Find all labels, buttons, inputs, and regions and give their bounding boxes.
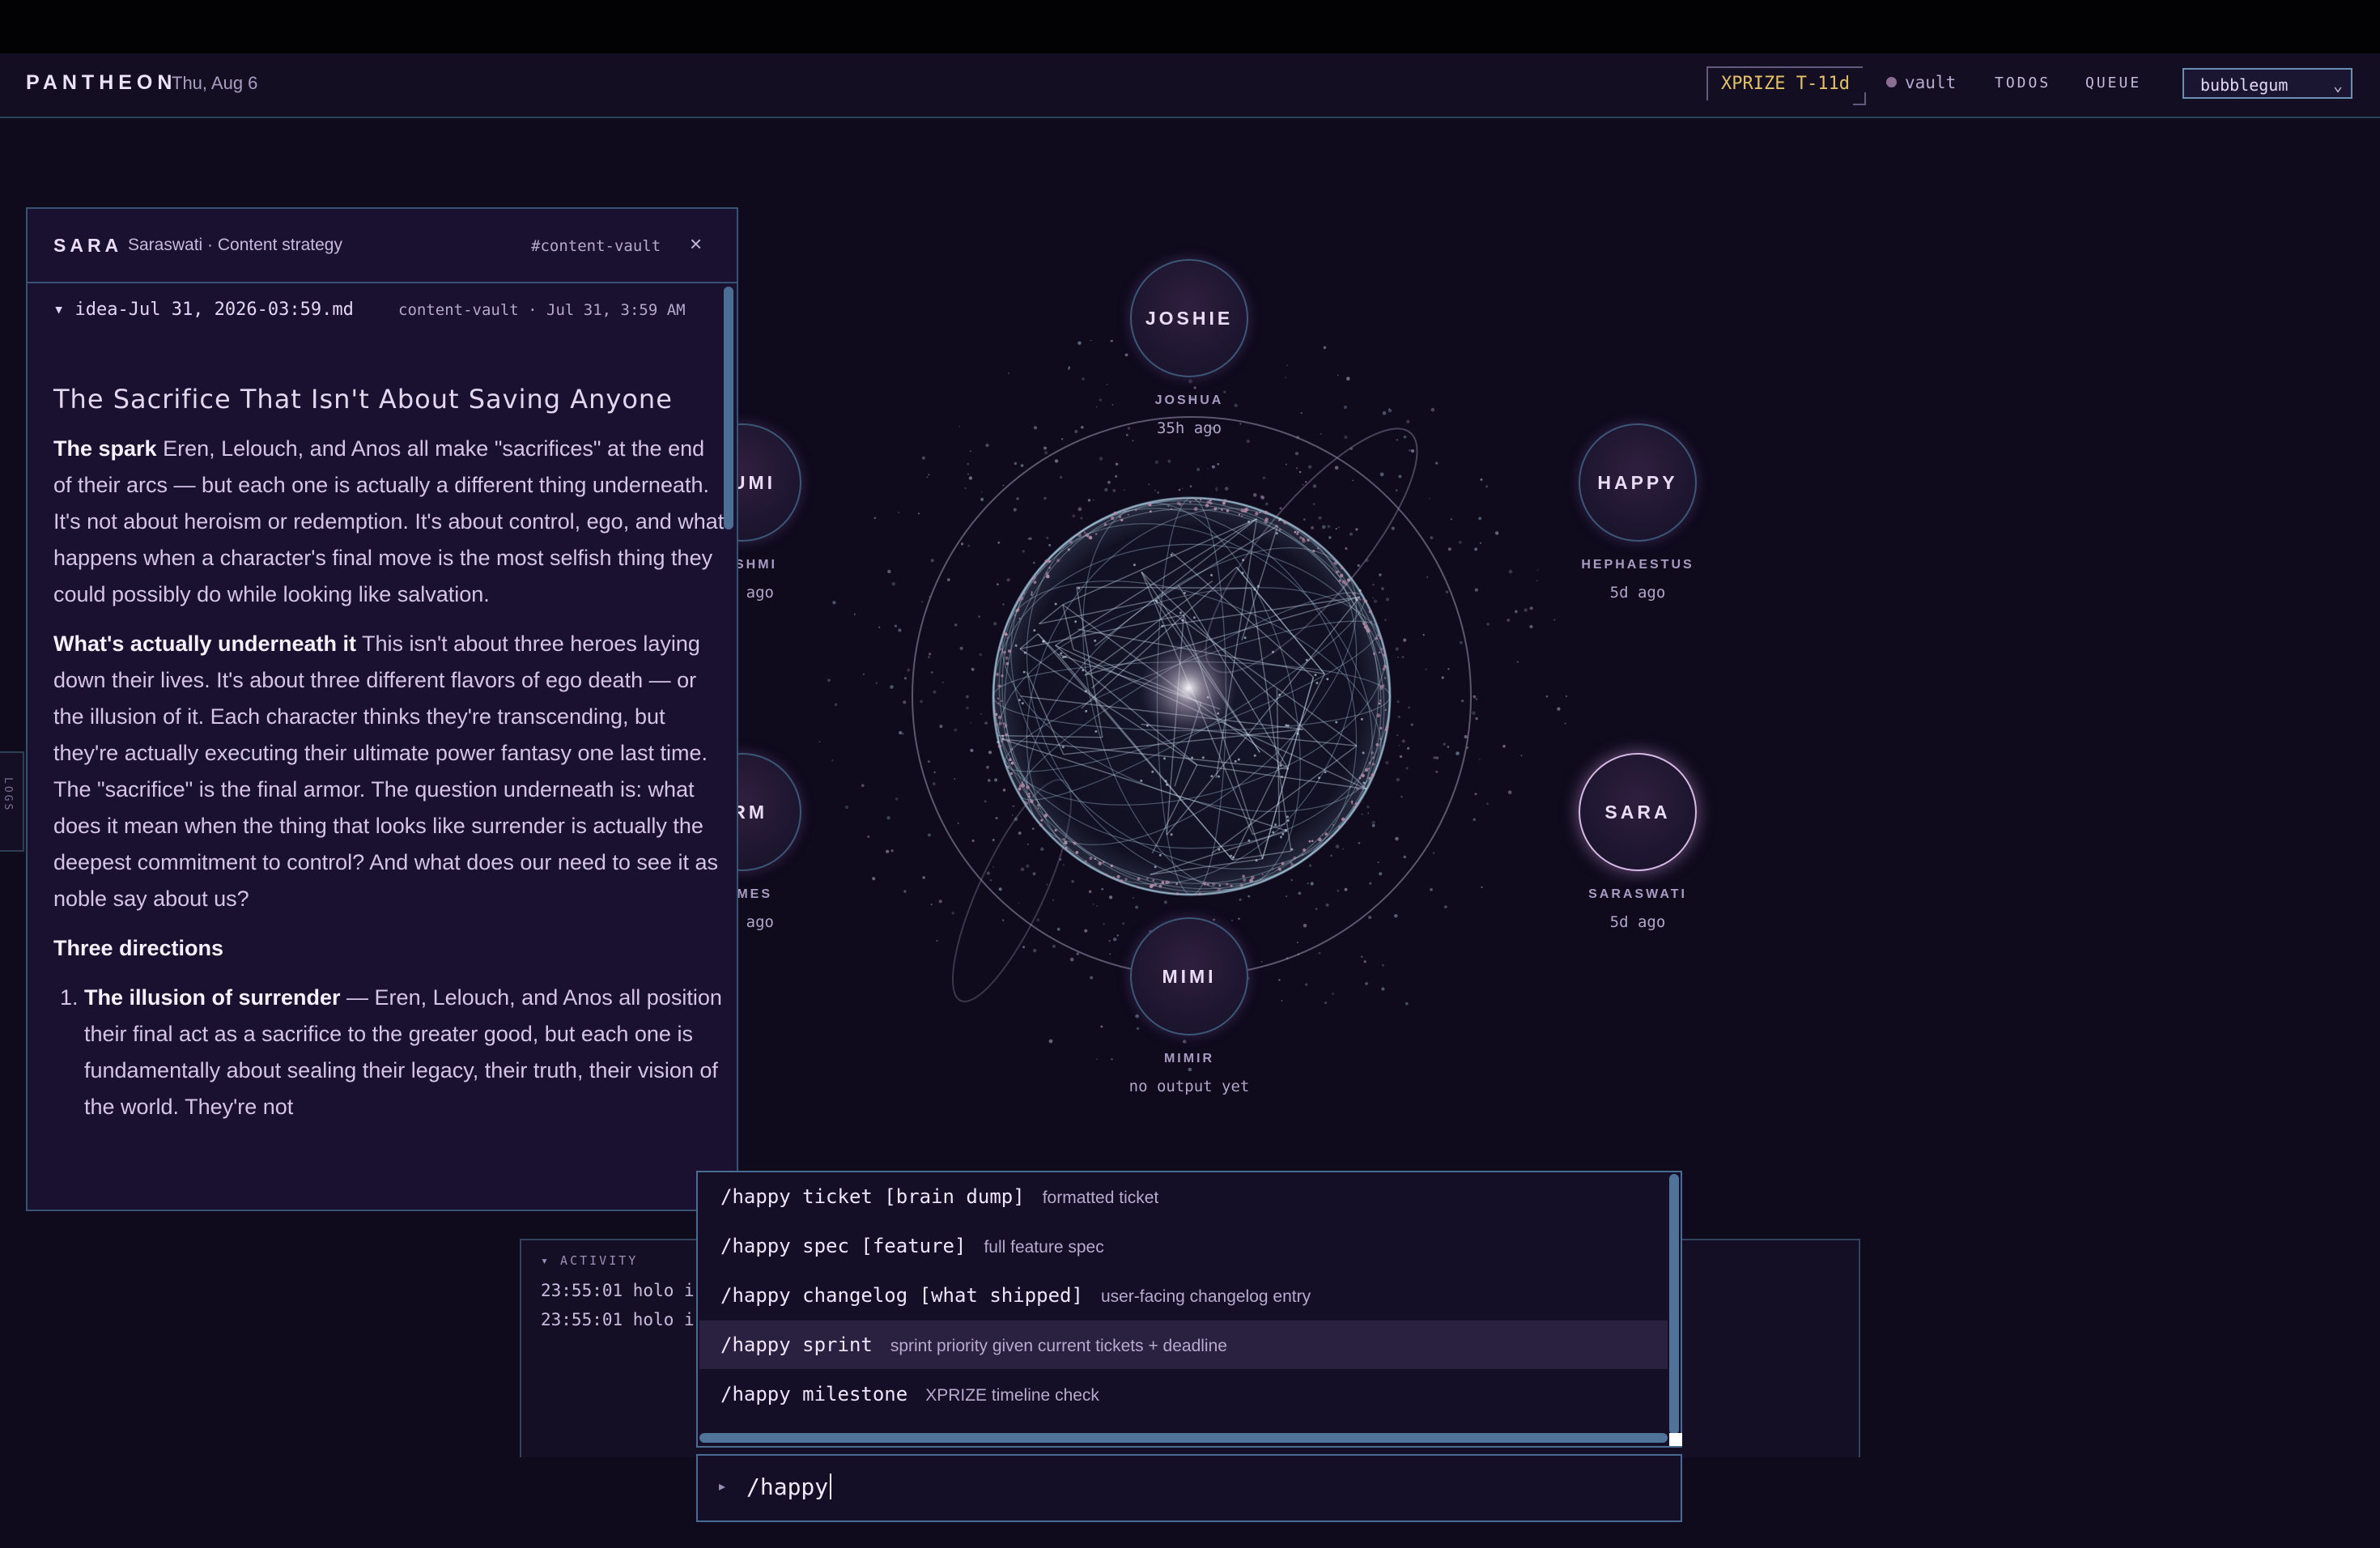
close-icon[interactable]: × bbox=[690, 232, 702, 257]
agent-node-joshie[interactable]: JOSHIE bbox=[1130, 259, 1248, 377]
brand-logo[interactable]: PANTHEON bbox=[26, 71, 176, 95]
chevron-down-icon: ⌄ bbox=[2332, 75, 2343, 95]
suggestion-description: user-facing changelog entry bbox=[1100, 1287, 1311, 1306]
current-date: Thu, Aug 6 bbox=[172, 73, 258, 93]
suggestion-description: full feature spec bbox=[984, 1238, 1104, 1257]
suggestion-command: /happy milestone bbox=[720, 1383, 908, 1406]
document-title: The Sacrifice That Isn't About Saving An… bbox=[53, 384, 673, 415]
command-suggestions[interactable]: /happy ticket [brain dump] formatted tick… bbox=[696, 1171, 1682, 1448]
command-input-value: /happy bbox=[746, 1474, 829, 1500]
vault-status[interactable]: vault bbox=[1886, 73, 1956, 92]
agent-node-happy[interactable]: HAPPY bbox=[1579, 423, 1697, 542]
suggestion-command: /happy ticket [brain dump] bbox=[720, 1185, 1025, 1208]
paragraph-label: What's actually underneath it bbox=[53, 632, 356, 656]
agent-full-name: HEPHAESTUS bbox=[1581, 558, 1694, 572]
agent-last-active: 35h ago bbox=[1156, 419, 1222, 437]
suggestion-item[interactable]: /happy ticket [brain dump] formatted tick… bbox=[699, 1172, 1668, 1221]
activity-log-line: 23:55:01 holo i bbox=[541, 1310, 695, 1329]
agent-node-label: SARA bbox=[1604, 801, 1671, 823]
prompt-arrow-icon: ▸ bbox=[719, 1480, 726, 1494]
document-file-toggle[interactable]: ▾ idea-Jul 31, 2026-03:59.md bbox=[53, 300, 354, 320]
suggestions-vertical-scrollbar[interactable] bbox=[1669, 1174, 1679, 1435]
theme-select-value: bubblegum bbox=[2200, 75, 2289, 95]
suggestion-command: /happy spec [feature] bbox=[720, 1235, 967, 1257]
xprize-countdown-badge[interactable]: XPRIZE T-11d bbox=[1706, 66, 1866, 105]
document-file-meta: content-vault · Jul 31, 3:59 AM bbox=[398, 301, 686, 319]
document-paragraph: The spark Eren, Lelouch, and Anos all ma… bbox=[53, 431, 725, 613]
top-bar: PANTHEON Thu, Aug 6 XPRIZE T-11d vault T… bbox=[0, 53, 2380, 118]
activity-log-line: 23:55:01 holo i bbox=[541, 1281, 695, 1300]
agent-full-name: JOSHUA bbox=[1154, 393, 1224, 407]
list-item: The illusion of surrender — Eren, Lelouc… bbox=[84, 980, 725, 1125]
suggestion-command: /happy changelog [what shipped] bbox=[720, 1284, 1083, 1307]
activity-toggle[interactable]: ▾ ACTIVITY bbox=[541, 1253, 638, 1268]
suggestion-command: /happy sprint bbox=[720, 1333, 873, 1356]
document-paragraph: Three directions bbox=[53, 930, 725, 967]
agent-last-active: 5d ago bbox=[1609, 913, 1666, 931]
paragraph-text: Eren, Lelouch, and Anos all make "sacrif… bbox=[53, 436, 725, 606]
document-agent-role: Saraswati · Content strategy bbox=[128, 236, 342, 254]
agent-node-mimi[interactable]: MIMI bbox=[1130, 917, 1248, 1036]
logs-drawer-tab[interactable]: LOGS bbox=[0, 751, 24, 852]
paragraph-text: This isn't about three heroes laying dow… bbox=[53, 632, 718, 911]
section-heading: Three directions bbox=[53, 936, 224, 960]
agent-node-label: MIMI bbox=[1162, 965, 1217, 987]
scrollbar-corner bbox=[1669, 1433, 1682, 1446]
document-paragraph: What's actually underneath it This isn't… bbox=[53, 626, 725, 917]
directions-list: The illusion of surrender — Eren, Lelouc… bbox=[53, 980, 725, 1125]
suggestion-item-highlighted[interactable]: /happy sprint sprint priority given curre… bbox=[699, 1320, 1668, 1369]
agent-full-name: SARASWATI bbox=[1588, 887, 1687, 901]
agent-last-active: no output yet bbox=[1128, 1078, 1250, 1095]
document-channel-link[interactable]: #content-vault bbox=[531, 237, 661, 255]
suggestion-description: sprint priority given current tickets + … bbox=[890, 1337, 1227, 1355]
queue-button[interactable]: QUEUE bbox=[2085, 74, 2141, 91]
suggestion-item[interactable]: /happy milestone XPRIZE timeline check bbox=[699, 1370, 1668, 1418]
document-agent-name: SARA bbox=[53, 235, 123, 256]
suggestion-description: formatted ticket bbox=[1042, 1189, 1159, 1207]
paragraph-label: The spark bbox=[53, 436, 157, 461]
command-input[interactable]: ▸ /happy bbox=[696, 1454, 1682, 1522]
agent-node-sara[interactable]: SARA bbox=[1579, 753, 1697, 871]
window-top-strip bbox=[0, 0, 2380, 53]
suggestion-item[interactable]: /happy changelog [what shipped] user-faci… bbox=[699, 1271, 1668, 1320]
agent-node-label: HAPPY bbox=[1597, 471, 1678, 493]
theme-select[interactable]: bubblegum ⌄ bbox=[2182, 68, 2352, 99]
suggestion-item[interactable]: /happy spec [feature] full feature spec bbox=[699, 1222, 1668, 1270]
text-caret bbox=[830, 1474, 832, 1499]
suggestions-horizontal-scrollbar[interactable] bbox=[699, 1433, 1668, 1443]
sphere-core-glow bbox=[1140, 640, 1237, 737]
vault-label: vault bbox=[1905, 73, 1957, 92]
agent-document-panel[interactable]: SARA Saraswati · Content strategy #conte… bbox=[26, 207, 738, 1211]
document-panel-header: SARA Saraswati · Content strategy #conte… bbox=[28, 209, 737, 283]
todos-button[interactable]: TODOS bbox=[1995, 74, 2051, 91]
agent-node-label: JOSHIE bbox=[1145, 307, 1234, 329]
list-item-label: The illusion of surrender bbox=[84, 985, 341, 1010]
command-input-field[interactable]: /happy bbox=[746, 1474, 832, 1500]
vault-status-dot-icon bbox=[1886, 77, 1897, 87]
agent-full-name: MIMIR bbox=[1163, 1052, 1215, 1065]
logs-tab-label: LOGS bbox=[2, 777, 14, 813]
suggestion-description: XPRIZE timeline check bbox=[925, 1386, 1099, 1405]
agent-last-active: 5d ago bbox=[1609, 584, 1666, 602]
document-body: The Sacrifice That Isn't About Saving An… bbox=[53, 384, 725, 1125]
